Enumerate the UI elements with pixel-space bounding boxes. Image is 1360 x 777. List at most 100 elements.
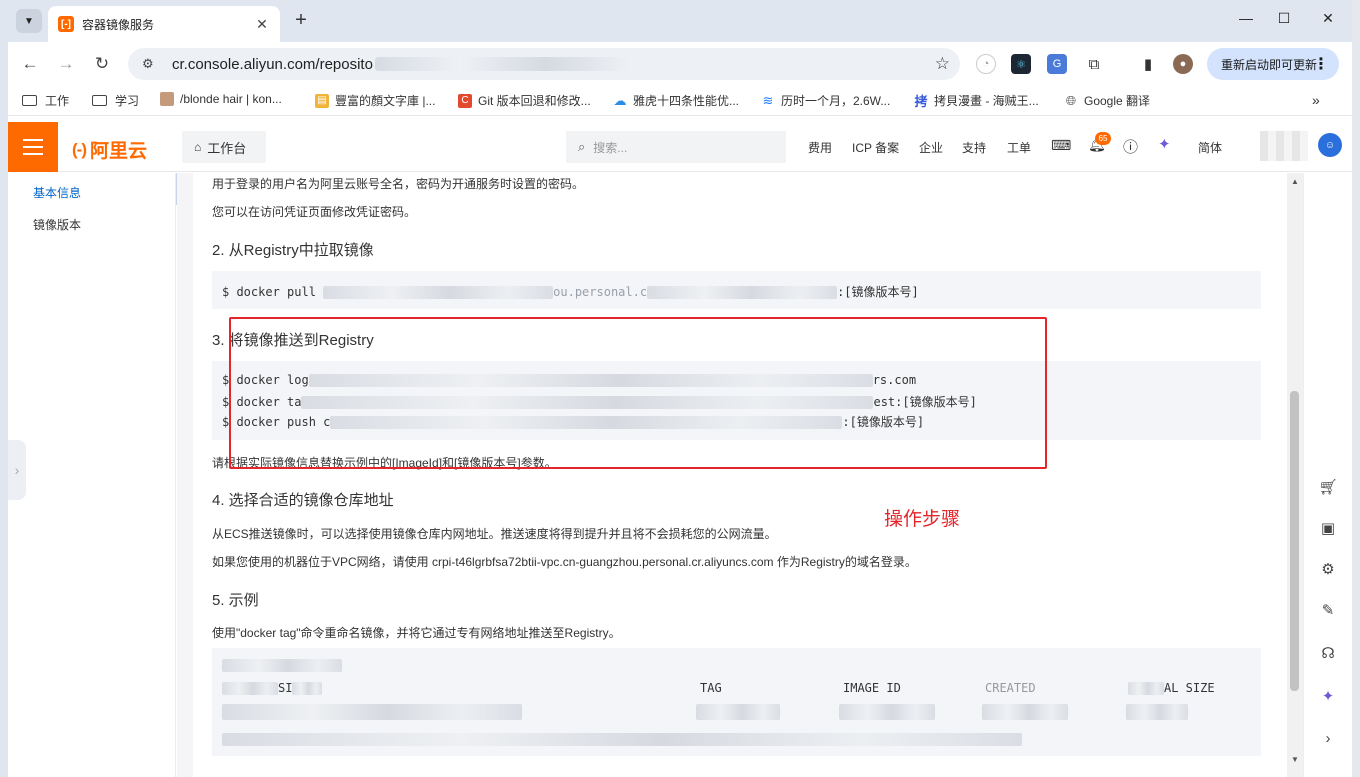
nav-ticket[interactable]: 工单 — [1007, 139, 1031, 156]
headset-icon[interactable]: ☊ — [1316, 641, 1340, 665]
restart-update-button[interactable]: 重新启动即可更新 ⋮ — [1207, 48, 1339, 80]
url-text: cr.console.aliyun.com/reposito — [172, 55, 373, 73]
more-menu-icon[interactable]: ⋮ — [1313, 54, 1329, 74]
scroll-down-arrow-icon[interactable]: ▼ — [1291, 755, 1299, 764]
bookmark-folder-work[interactable]: 工作 — [22, 92, 69, 109]
folder-icon — [92, 95, 107, 106]
browser-window: ▼ [-] 容器镜像服务 ✕ + — ☐ ✕ ← → ↻ ⚙ cr.consol… — [8, 0, 1352, 777]
sidebar-collapse-chevron-icon[interactable]: › — [8, 440, 26, 500]
example-line-1 — [222, 658, 342, 672]
sidebar-item-image-versions[interactable]: 镜像版本 — [33, 216, 81, 233]
side-panel-icon[interactable]: ▮ — [1138, 54, 1158, 74]
search-input[interactable]: ⌕ 搜索... — [566, 131, 786, 163]
minimize-button[interactable]: — — [1236, 10, 1256, 26]
scroll-up-arrow-icon[interactable]: ▲ — [1291, 177, 1299, 186]
redacted-text — [222, 659, 342, 672]
reload-button[interactable]: ↻ — [92, 54, 112, 74]
section-address-heading: 4. 选择合适的镜像仓库地址 — [212, 492, 394, 509]
cart-icon[interactable]: 🛒︎ — [1316, 475, 1340, 499]
nav-enterprise[interactable]: 企业 — [919, 139, 943, 156]
bookmark-item[interactable]: 🌐︎ Google 翻译 — [1064, 92, 1150, 109]
language-switch[interactable]: 简体 — [1198, 139, 1222, 156]
url-redacted — [374, 57, 631, 71]
restart-label: 重新启动即可更新 — [1221, 57, 1318, 72]
nav-icp[interactable]: ICP 备案 — [852, 139, 899, 156]
gear-icon[interactable]: ⚙ — [1316, 557, 1340, 581]
section-example-heading: 5. 示例 — [212, 592, 259, 609]
maximize-button[interactable]: ☐ — [1274, 10, 1294, 27]
scrollbar-thumb[interactable] — [1290, 391, 1299, 691]
workbench-button[interactable]: ⌂ 工作台 — [182, 131, 266, 163]
site-info-icon[interactable]: ⚙ — [142, 56, 158, 72]
bookmark-item[interactable]: ▤ 豐富的顏文字庫 |... — [315, 92, 435, 109]
tab-search-button[interactable]: ▼ — [16, 9, 42, 33]
ecs-note: 从ECS推送镜像时，可以选择使用镜像仓库内网地址。推送速度将得到提升并且将不会损… — [212, 527, 777, 541]
ai-assistant-icon[interactable]: ✦ — [1158, 135, 1171, 153]
back-button[interactable]: ← — [20, 54, 40, 74]
bookmarks-overflow-icon[interactable]: » — [1312, 92, 1320, 108]
react-devtools-icon[interactable]: ⚛ — [1011, 54, 1031, 74]
address-bar[interactable]: ⚙ cr.console.aliyun.com/reposito ☆ — [128, 48, 960, 80]
bookmark-item[interactable]: C Git 版本回退和修改... — [458, 92, 591, 109]
col-size: AL SIZE — [1128, 681, 1215, 695]
document-icon[interactable]: ▣ — [1316, 516, 1340, 540]
aliyun-logo[interactable]: (-) 阿里云 — [72, 136, 147, 163]
example-row-blurred — [222, 704, 522, 720]
forward-button[interactable]: → — [56, 54, 76, 74]
cloud-icon: ☁ — [613, 92, 627, 108]
redacted-text — [1126, 704, 1188, 720]
example-line-last — [222, 732, 1022, 746]
bookmark-star-icon[interactable]: ☆ — [935, 54, 950, 74]
redacted-text — [647, 286, 838, 299]
section-pull-heading: 2. 从Registry中拉取镜像 — [212, 242, 374, 259]
redacted-text — [222, 704, 522, 720]
bookmarks-bar: 工作 学习 /blonde hair | kon... ▤ 豐富的顏文字庫 |..… — [8, 86, 1352, 116]
chevron-down-icon: ▼ — [24, 15, 34, 27]
folder-icon — [22, 95, 37, 106]
example-row-blurred — [982, 704, 1068, 720]
user-avatar[interactable]: ☺ — [1318, 133, 1342, 157]
redacted-text — [323, 286, 554, 299]
redacted-text — [696, 704, 780, 720]
nav-fees[interactable]: 费用 — [808, 139, 832, 156]
terminal-icon[interactable]: ⌨ — [1051, 137, 1071, 154]
sidebar-item-basic-info[interactable]: 基本信息 — [33, 184, 81, 201]
pull-code-block[interactable]: $ docker pull ou.personal.c:[镜像版本号] — [212, 271, 1261, 309]
redacted-text — [292, 682, 323, 695]
redacted-text — [222, 682, 278, 695]
highlight-annotation-box — [229, 317, 1047, 469]
help-icon[interactable]: ⓘ — [1123, 136, 1138, 157]
console-header: (-) 阿里云 ⌂ 工作台 ⌕ 搜索... 费用 ICP 备案 企业 支持 工单… — [8, 122, 1352, 172]
chevron-right-icon[interactable]: › — [1316, 726, 1340, 750]
example-row-blurred — [696, 704, 780, 720]
new-tab-button[interactable]: + — [290, 10, 312, 30]
bookmark-item[interactable]: ≋ 历时一个月，2.6W... — [761, 92, 891, 109]
nav-support[interactable]: 支持 — [962, 139, 986, 156]
active-tab[interactable]: [-] 容器镜像服务 ✕ — [48, 6, 280, 42]
menu-hamburger-icon[interactable] — [8, 122, 58, 172]
search-icon: ⌕ — [578, 139, 586, 154]
extension-clock-icon[interactable]: ◔ — [976, 54, 996, 74]
tab-bar: ▼ [-] 容器镜像服务 ✕ + — ☐ ✕ — [8, 0, 1352, 42]
bookmark-folder-study[interactable]: 学习 — [92, 92, 139, 109]
close-tab-icon[interactable]: ✕ — [254, 16, 270, 33]
redacted-text — [222, 733, 1022, 746]
example-code-block[interactable]: SI TAG IMAGE ID CREATED AL SIZE — [212, 648, 1261, 756]
juejin-icon: ≋ — [762, 92, 774, 108]
bookmark-item[interactable]: 拷拷貝漫畫 - 海贼王... — [914, 92, 1038, 109]
translate-extension-icon[interactable]: G — [1047, 54, 1067, 74]
globe-icon: 🌐︎ — [1065, 92, 1077, 108]
annotation-text: 操作步骤 — [884, 509, 961, 530]
bookmark-item[interactable]: ☁ 雅虎十四条性能优... — [613, 92, 740, 109]
bookmark-item[interactable]: /blonde hair | kon... — [160, 92, 282, 106]
right-toolbar: 🛒︎ ▣ ⚙ ✎ ☊ ✦ › — [1303, 173, 1352, 777]
profile-avatar-icon[interactable]: ● — [1173, 54, 1193, 74]
redacted-text — [1128, 682, 1164, 695]
extensions-puzzle-icon[interactable]: ⧉ — [1084, 54, 1104, 74]
redacted-text — [982, 704, 1068, 720]
ai-assistant-icon[interactable]: ✦ — [1316, 684, 1340, 708]
edit-icon[interactable]: ✎ — [1316, 598, 1340, 622]
close-window-button[interactable]: ✕ — [1318, 10, 1338, 27]
notification-badge: 65 — [1095, 132, 1111, 145]
col-tag: TAG — [700, 681, 722, 695]
